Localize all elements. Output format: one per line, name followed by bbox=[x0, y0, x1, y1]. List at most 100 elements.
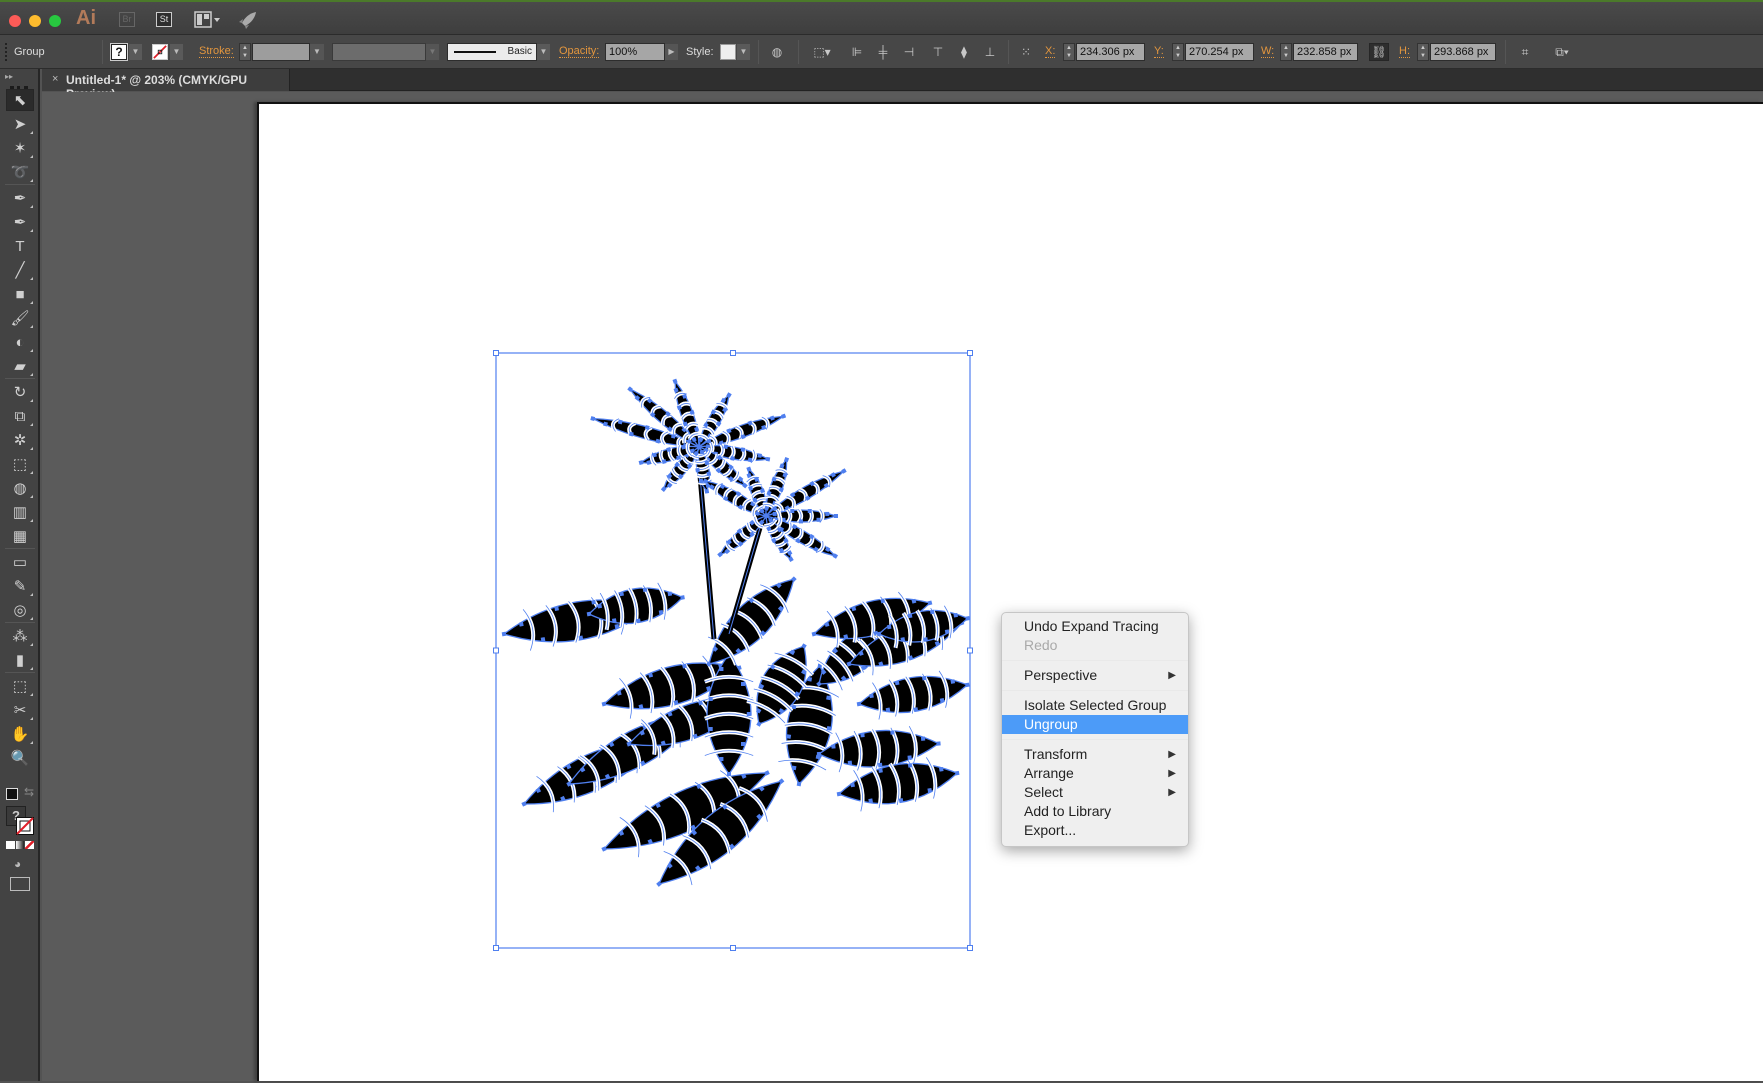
menu-item-undo-expand-tracing[interactable]: Undo Expand Tracing bbox=[1002, 617, 1188, 636]
rotate-tool[interactable]: ↻ bbox=[6, 381, 34, 403]
fill-swatch[interactable]: ? bbox=[110, 43, 128, 61]
resize-handle[interactable] bbox=[493, 350, 499, 356]
menu-item-isolate-selected-group[interactable]: Isolate Selected Group bbox=[1002, 696, 1188, 715]
h-stepper[interactable]: ▲ ▼ bbox=[1417, 43, 1429, 61]
menu-item-select[interactable]: Select ▶ bbox=[1002, 783, 1188, 802]
blend-tool[interactable]: ◎ bbox=[6, 599, 34, 621]
menu-item-arrange[interactable]: Arrange ▶ bbox=[1002, 764, 1188, 783]
none-button[interactable] bbox=[25, 841, 35, 849]
line-segment-tool[interactable]: ╱ bbox=[6, 259, 34, 281]
w-stepper[interactable]: ▲ ▼ bbox=[1280, 43, 1292, 61]
opacity-field[interactable]: 100% bbox=[605, 43, 665, 61]
resize-handle[interactable] bbox=[493, 945, 499, 951]
shaper-tool[interactable]: ◐ bbox=[6, 331, 34, 353]
perspective-grid-tool[interactable]: ▥ bbox=[6, 501, 34, 523]
fill-dropdown[interactable]: ▼ bbox=[129, 44, 142, 60]
stroke-weight-stepper[interactable]: ▲ ▼ bbox=[239, 43, 251, 61]
collapse-panel-button[interactable]: ▸▸ bbox=[5, 72, 13, 81]
stroke-dropdown[interactable]: ▼ bbox=[170, 44, 183, 60]
align-to-selection-icon[interactable]: ⬚▾ bbox=[810, 45, 834, 59]
artboard-tool[interactable]: ⬚ bbox=[6, 675, 34, 697]
y-stepper[interactable]: ▲ ▼ bbox=[1172, 43, 1184, 61]
scale-tool[interactable]: ⧉ bbox=[6, 405, 34, 427]
mesh-tool[interactable]: ▦ bbox=[6, 525, 34, 547]
constrain-proportions-link-icon[interactable]: ⛓ bbox=[1369, 43, 1389, 61]
menu-item-export[interactable]: Export... bbox=[1002, 821, 1188, 840]
align-top-icon[interactable]: ⊤ bbox=[930, 45, 946, 59]
paintbrush-tool[interactable]: 🖌 bbox=[6, 307, 34, 329]
slice-tool[interactable]: ✂ bbox=[6, 699, 34, 721]
gradient-button[interactable] bbox=[15, 841, 25, 849]
resize-handle[interactable] bbox=[730, 350, 736, 356]
brush-dropdown[interactable]: ▼ bbox=[537, 44, 550, 60]
direct-selection-tool[interactable]: ➤ bbox=[6, 113, 34, 135]
transform-each-icon[interactable]: ⌗ bbox=[1517, 45, 1533, 59]
stroke-color-box-none[interactable] bbox=[16, 817, 34, 835]
eyedropper-tool[interactable]: ✎ bbox=[6, 575, 34, 597]
menu-item-perspective[interactable]: Perspective ▶ bbox=[1002, 666, 1188, 685]
stroke-weight-field[interactable] bbox=[252, 43, 310, 61]
resize-handle[interactable] bbox=[967, 647, 973, 654]
flower-artwork-group[interactable] bbox=[259, 104, 1763, 1083]
type-tool[interactable]: T bbox=[6, 235, 34, 257]
align-left-icon[interactable]: ⊫ bbox=[849, 45, 865, 59]
stroke-label[interactable]: Stroke: bbox=[199, 46, 234, 58]
color-button[interactable] bbox=[6, 841, 15, 849]
minimize-window-button[interactable] bbox=[29, 15, 41, 27]
hand-tool[interactable]: ✋ bbox=[6, 723, 34, 745]
align-horizontal-center-icon[interactable]: ╪ bbox=[875, 45, 891, 59]
stroke-swatch-none[interactable] bbox=[152, 44, 168, 60]
graphic-style-dropdown[interactable]: ▼ bbox=[737, 44, 750, 60]
document-tab[interactable]: × Untitled-1* @ 203% (CMYK/GPU Preview) bbox=[42, 69, 290, 101]
menu-item-ungroup[interactable]: Ungroup bbox=[1002, 715, 1188, 734]
menu-item-add-to-library[interactable]: Add to Library bbox=[1002, 802, 1188, 821]
magic-wand-tool[interactable]: ✶ bbox=[6, 137, 34, 159]
zoom-tool[interactable]: 🔍 bbox=[6, 747, 34, 769]
close-tab-icon[interactable]: × bbox=[52, 73, 58, 85]
align-right-icon[interactable]: ⊣ bbox=[901, 45, 917, 59]
align-vertical-center-icon[interactable]: ⧫ bbox=[956, 45, 972, 59]
curvature-tool[interactable]: ✒ bbox=[6, 211, 34, 233]
free-transform-tool[interactable]: ⬚ bbox=[6, 453, 34, 475]
w-field[interactable]: 232.858 px bbox=[1293, 43, 1358, 61]
y-field[interactable]: 270.254 px bbox=[1185, 43, 1254, 61]
change-screen-mode-icon[interactable] bbox=[10, 877, 30, 891]
gradient-tool[interactable]: ▭ bbox=[6, 551, 34, 573]
opacity-slider-button[interactable]: ▶ bbox=[665, 44, 678, 60]
reference-point-icon[interactable]: ⁙ bbox=[1016, 45, 1036, 59]
shape-builder-tool[interactable]: ◍ bbox=[6, 477, 34, 499]
gpu-performance-icon[interactable] bbox=[238, 10, 258, 30]
artboard[interactable] bbox=[257, 102, 1763, 1081]
eraser-tool[interactable]: ▰ bbox=[6, 355, 34, 377]
variable-width-profile[interactable] bbox=[332, 43, 426, 61]
menu-item-transform[interactable]: Transform ▶ bbox=[1002, 745, 1188, 764]
column-graph-tool[interactable]: ▮ bbox=[6, 649, 34, 671]
graphic-style-swatch[interactable] bbox=[720, 44, 736, 60]
recolor-artwork-icon[interactable]: ◍ bbox=[769, 45, 785, 59]
variable-width-dropdown[interactable]: ▼ bbox=[426, 44, 439, 60]
stock-icon[interactable]: St bbox=[156, 12, 172, 27]
swap-fill-stroke-icon[interactable]: ⇆ bbox=[24, 785, 34, 799]
pen-tool[interactable]: ✒ bbox=[6, 187, 34, 209]
isolate-selected-object-icon[interactable]: ⧉▾ bbox=[1548, 45, 1576, 59]
lasso-tool[interactable]: ➰ bbox=[6, 161, 34, 183]
resize-handle[interactable] bbox=[493, 647, 499, 654]
x-field[interactable]: 234.306 px bbox=[1076, 43, 1145, 61]
arrange-documents-icon[interactable] bbox=[194, 11, 222, 28]
panel-grip[interactable] bbox=[5, 43, 7, 61]
h-field[interactable]: 293.868 px bbox=[1430, 43, 1496, 61]
zoom-window-button[interactable] bbox=[49, 15, 61, 27]
resize-handle[interactable] bbox=[967, 350, 973, 356]
opacity-label[interactable]: Opacity: bbox=[559, 46, 600, 58]
symbol-sprayer-tool[interactable]: ⁂ bbox=[6, 625, 34, 647]
rectangle-tool[interactable]: ■ bbox=[6, 283, 34, 305]
bridge-icon[interactable]: Br bbox=[119, 12, 135, 27]
resize-handle[interactable] bbox=[730, 945, 736, 951]
align-bottom-icon[interactable]: ⊥ bbox=[982, 45, 998, 59]
stroke-weight-dropdown[interactable]: ▼ bbox=[310, 44, 324, 60]
drawing-mode-icon[interactable]: ◕ bbox=[14, 857, 21, 871]
selection-tool[interactable]: ⬉ bbox=[6, 89, 34, 111]
resize-handle[interactable] bbox=[967, 945, 973, 951]
default-fill-stroke-icon[interactable] bbox=[6, 788, 18, 800]
close-window-button[interactable] bbox=[9, 15, 21, 27]
